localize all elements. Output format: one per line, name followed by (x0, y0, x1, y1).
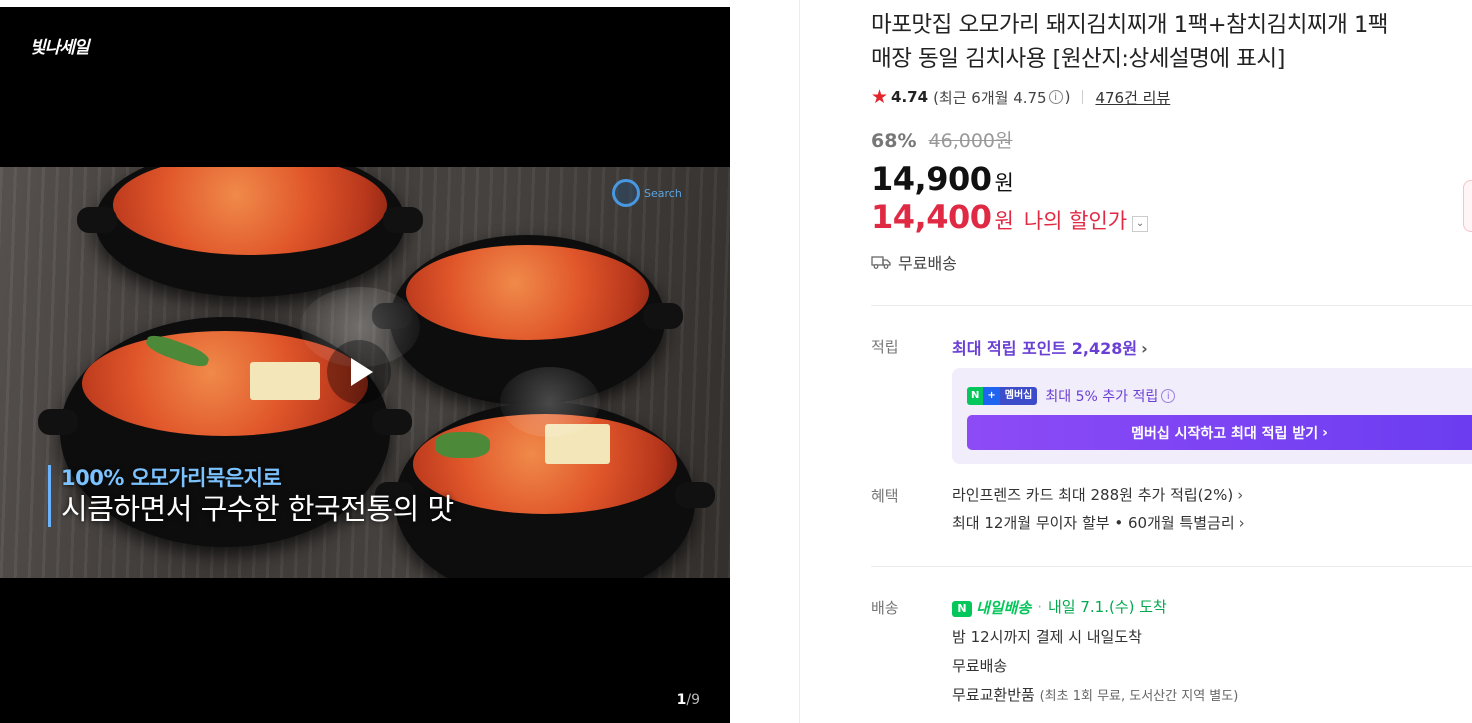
search-watermark: Search (612, 179, 682, 207)
info-icon[interactable]: i (1161, 389, 1176, 403)
rating-value: 4.74 (891, 88, 929, 106)
play-button[interactable] (327, 340, 391, 404)
points-label: 적립 (871, 338, 899, 356)
chevron-right-icon: › (1237, 486, 1244, 504)
my-discount-price: 14,400 원 나의 할인가 ⌄ (871, 198, 1149, 236)
naver-n-icon: N (952, 600, 972, 617)
max-points-link[interactable]: 최대 적립 포인트 2,428원 › (952, 339, 1148, 358)
caption-line-2: 시큼하면서 구수한 한국전통의 맛 (61, 492, 454, 526)
column-divider (799, 0, 800, 723)
coupon-button[interactable] (1463, 180, 1472, 232)
installment-link[interactable]: 최대 12개월 무이자 할부 • 60개월 특별금리 › (952, 509, 1245, 537)
caption-line-1: 100% 오모가리묵은지로 (61, 466, 282, 490)
truck-icon (871, 256, 891, 269)
info-icon[interactable]: i (1048, 90, 1063, 104)
chevron-right-icon: › (1322, 424, 1328, 441)
sale-price: 14,900 원 (871, 160, 1014, 198)
recent-rating: (최근 6개월 4.75 (933, 88, 1047, 107)
media-counter: 1/9 (676, 692, 700, 708)
shipping-summary: 무료배송 (871, 250, 957, 274)
product-media-viewer[interactable]: 빛나세일 Search 100% 오모가리묵은지로 시큼하면서 구수한 한국전통… (0, 7, 730, 723)
divider (1082, 90, 1084, 104)
arrival-date: 내일 7.1.(수) 도착 (1047, 598, 1167, 616)
naver-membership-badge: N + 멤버십 (967, 387, 1038, 405)
delivery-cutoff: 밤 12시까지 결제 시 내일도착 (952, 628, 1142, 646)
discount-row: 68% 46,000원 (871, 126, 1013, 153)
rating-row: ★ 4.74 (최근 6개월 4.75 i ) 476건 리뷰 (871, 86, 1171, 108)
product-title: 마포맛집 오모가리 돼지김치찌개 1팩+참치김치찌개 1팩 매장 동일 김치사용… (871, 12, 1389, 72)
extra-points-text: 최대 5% 추가 적립 (1045, 389, 1159, 405)
membership-box: N + 멤버십 최대 5% 추가 적립 i 멤버십 시작하고 최대 적립 받기 › (952, 368, 1472, 464)
chevron-right-icon: › (1238, 514, 1245, 532)
chevron-down-icon[interactable]: ⌄ (1132, 215, 1149, 232)
discount-percent: 68% (871, 130, 917, 152)
brand-logo: 빛나세일 (30, 38, 90, 58)
section-divider (871, 305, 1472, 306)
play-icon (351, 358, 373, 386)
delivery-fee: 무료배송 (952, 657, 1008, 675)
original-price: 46,000원 (928, 130, 1013, 152)
section-divider (871, 566, 1472, 567)
chevron-right-icon: › (1141, 339, 1148, 358)
video-caption: 100% 오모가리묵은지로 시큼하면서 구수한 한국전통의 맛 (48, 465, 454, 527)
tomorrow-delivery-badge: N 내일배송 (952, 594, 1031, 623)
review-count-link[interactable]: 476건 리뷰 (1095, 87, 1170, 108)
benefits-label: 혜택 (871, 487, 899, 505)
my-price-label: 나의 할인가 (1023, 209, 1128, 233)
membership-start-button[interactable]: 멤버십 시작하고 최대 적립 받기 › (967, 415, 1472, 450)
delivery-label: 배송 (871, 599, 899, 617)
star-icon: ★ (871, 86, 889, 108)
search-icon (612, 179, 640, 207)
return-policy: 무료교환반품 (최초 1회 무료, 도서산간 지역 별도) (952, 686, 1239, 704)
card-benefit-link[interactable]: 라인프렌즈 카드 최대 288원 추가 적립(2%) › (952, 481, 1245, 509)
